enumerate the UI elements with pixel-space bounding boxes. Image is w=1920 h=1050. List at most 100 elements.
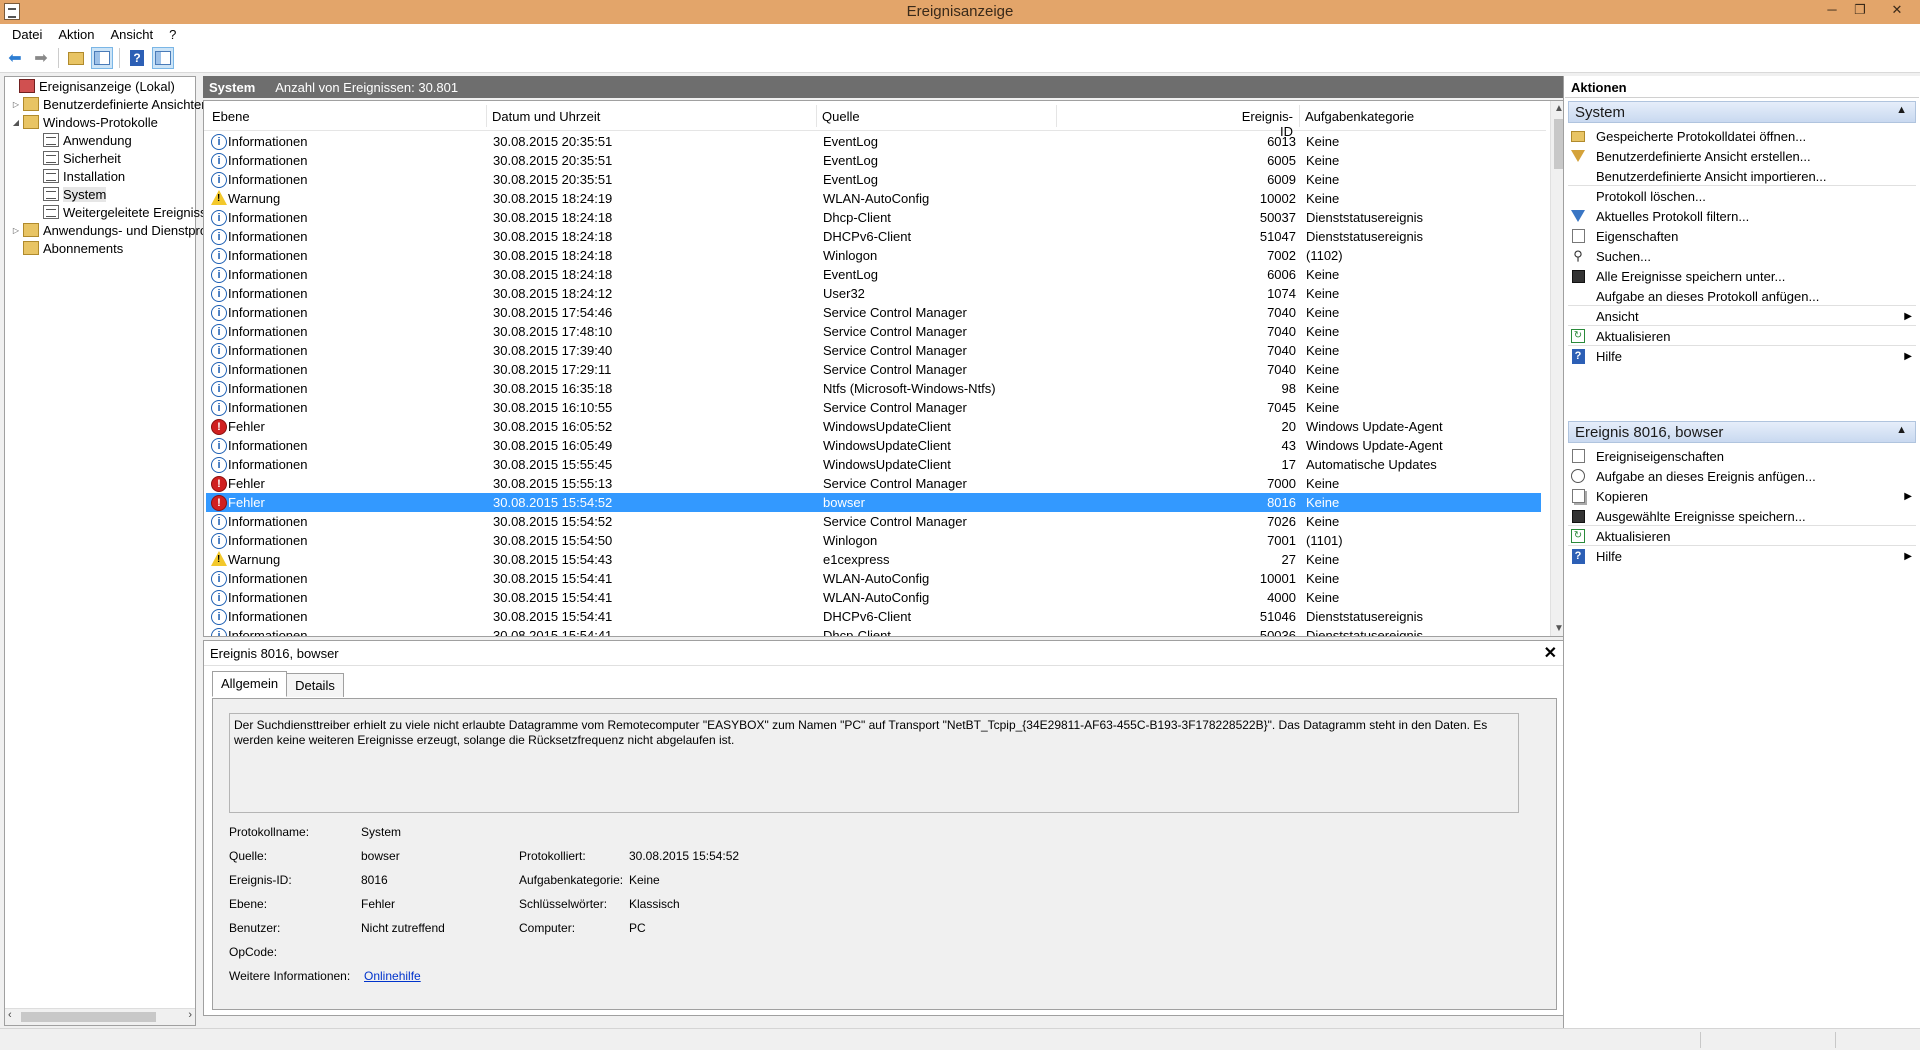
action-item[interactable]: ↻ Aktualisieren — [1568, 525, 1916, 547]
column-header-source[interactable]: Quelle — [822, 109, 860, 124]
tree-item-system[interactable]: System — [43, 185, 107, 203]
event-row[interactable]: i Informationen 30.08.2015 17:48:10 Service… — [206, 322, 1541, 341]
tree-item-windows-logs[interactable]: ◢ Windows-Protokolle — [11, 113, 158, 131]
blank-icon — [1570, 288, 1586, 304]
event-row[interactable]: i Informationen 30.08.2015 16:35:18 Ntfs (M… — [206, 379, 1541, 398]
action-item[interactable]: Ausgewählte Ereignisse speichern... — [1568, 505, 1916, 527]
event-row[interactable]: i Informationen 30.08.2015 18:24:18 Dhcp-Cl… — [206, 208, 1541, 227]
action-item[interactable]: Ereigniseigenschaften — [1568, 445, 1916, 467]
event-row[interactable]: ! Fehler 30.08.2015 15:55:13 Service Contro… — [206, 474, 1541, 493]
online-help-link[interactable]: Onlinehilfe — [364, 969, 421, 983]
scroll-left-icon[interactable]: ‹ — [8, 1009, 12, 1021]
event-row[interactable]: Warnung 30.08.2015 18:24:19 WLAN-AutoConfi… — [206, 189, 1541, 208]
menu-datei[interactable]: Datei — [4, 27, 50, 42]
collapse-icon[interactable]: ◢ — [11, 118, 21, 127]
forward-icon[interactable]: ➡ — [30, 47, 52, 69]
expand-icon[interactable]: ▷ — [11, 100, 21, 109]
event-row[interactable]: i Informationen 30.08.2015 20:35:51 EventLo… — [206, 151, 1541, 170]
action-item[interactable]: Alle Ereignisse speichern unter... — [1568, 265, 1916, 287]
action-item[interactable]: ? Hilfe ▶ — [1568, 345, 1916, 367]
event-row[interactable]: i Informationen 30.08.2015 15:54:50 Winlogo… — [206, 531, 1541, 550]
event-row[interactable]: i Informationen 30.08.2015 18:24:12 User32 1… — [206, 284, 1541, 303]
tree-item-label: Abonnements — [43, 240, 124, 256]
action-item[interactable]: Benutzerdefinierte Ansicht erstellen... — [1568, 145, 1916, 167]
event-row[interactable]: i Informationen 30.08.2015 15:54:41 Dhcp-Cl… — [206, 626, 1541, 636]
action-item[interactable]: Aufgabe an dieses Protokoll anfügen... — [1568, 285, 1916, 307]
event-id: 43 — [1281, 438, 1296, 453]
event-row[interactable]: i Informationen 30.08.2015 15:54:41 WLAN-Au… — [206, 569, 1541, 588]
close-icon[interactable]: ✕ — [1544, 643, 1557, 663]
event-row[interactable]: i Informationen 30.08.2015 18:24:18 DHCPv6-… — [206, 227, 1541, 246]
menu-aktion[interactable]: Aktion — [50, 27, 102, 42]
event-row[interactable]: i Informationen 30.08.2015 15:54:41 WLAN-Au… — [206, 588, 1541, 607]
event-row[interactable]: ! Fehler 30.08.2015 15:54:52 bowser 8016 Kein… — [206, 493, 1541, 512]
event-row[interactable]: i Informationen 30.08.2015 16:05:49 Windows… — [206, 436, 1541, 455]
event-row[interactable]: i Informationen 30.08.2015 18:24:18 EventLo… — [206, 265, 1541, 284]
action-item[interactable]: Protokoll löschen... — [1568, 185, 1916, 207]
horizontal-scrollbar[interactable]: ‹ › — [5, 1008, 195, 1025]
event-row[interactable]: i Informationen 30.08.2015 17:39:40 Service… — [206, 341, 1541, 360]
tree-item-custom-views[interactable]: ▷ Benutzerdefinierte Ansichten — [11, 95, 209, 113]
close-button[interactable]: ✕ — [1874, 0, 1920, 20]
back-icon[interactable]: ⬅ — [4, 47, 26, 69]
show-actions-icon[interactable] — [152, 47, 174, 69]
scrollbar-thumb[interactable] — [21, 1012, 156, 1022]
action-item[interactable]: ⚲ Suchen... — [1568, 245, 1916, 267]
action-item[interactable]: Kopieren ▶ — [1568, 485, 1916, 507]
event-row[interactable]: i Informationen 30.08.2015 15:55:45 Windows… — [206, 455, 1541, 474]
event-row[interactable]: i Informationen 30.08.2015 16:10:55 Service… — [206, 398, 1541, 417]
event-row[interactable]: i Informationen 30.08.2015 15:54:52 Service… — [206, 512, 1541, 531]
event-description[interactable]: Der Suchdiensttreiber erhielt zu viele n… — [229, 713, 1519, 813]
column-divider[interactable] — [1299, 105, 1300, 127]
tree-item-setup[interactable]: Installation — [43, 167, 125, 185]
tree-item-forwarded-events[interactable]: Weitergeleitete Ereignisse — [43, 203, 214, 221]
event-row[interactable]: i Informationen 30.08.2015 20:35:51 EventLo… — [206, 170, 1541, 189]
action-item[interactable]: Aktuelles Protokoll filtern... — [1568, 205, 1916, 227]
menu-help[interactable]: ? — [161, 27, 184, 42]
actions-section-event[interactable]: Ereignis 8016, bowser ▲ — [1568, 421, 1916, 443]
event-date: 30.08.2015 16:05:52 — [493, 419, 613, 434]
tree-item-application[interactable]: Anwendung — [43, 131, 132, 149]
up-folder-icon[interactable] — [65, 47, 87, 69]
event-row[interactable]: i Informationen 30.08.2015 20:35:51 EventLo… — [206, 132, 1541, 151]
tree-item-root[interactable]: Ereignisanzeige (Lokal) — [7, 77, 175, 95]
action-item[interactable]: Gespeicherte Protokolldatei öffnen... — [1568, 125, 1916, 147]
collapse-icon[interactable]: ▲ — [1896, 424, 1907, 436]
menu-ansicht[interactable]: Ansicht — [103, 27, 162, 42]
restore-button[interactable]: ❐ — [1846, 0, 1874, 20]
action-item[interactable]: Eigenschaften — [1568, 225, 1916, 247]
minimize-button[interactable]: ─ — [1818, 0, 1846, 20]
show-tree-icon[interactable] — [91, 47, 113, 69]
action-label: Aktualisieren — [1596, 328, 1671, 344]
event-row[interactable]: Warnung 30.08.2015 15:54:43 e1cexpress 27 Ke… — [206, 550, 1541, 569]
action-item[interactable]: Benutzerdefinierte Ansicht importieren..… — [1568, 165, 1916, 187]
scroll-right-icon[interactable]: › — [188, 1009, 192, 1021]
action-item[interactable]: Ansicht ▶ — [1568, 305, 1916, 327]
event-row[interactable]: i Informationen 30.08.2015 15:54:41 DHCPv6-… — [206, 607, 1541, 626]
submenu-arrow-icon: ▶ — [1904, 550, 1912, 562]
column-header-category[interactable]: Aufgabenkategorie — [1305, 109, 1414, 124]
tab-details[interactable]: Details — [286, 673, 344, 697]
event-category: Keine — [1306, 552, 1340, 567]
action-item[interactable]: ↻ Aktualisieren — [1568, 325, 1916, 347]
event-row[interactable]: i Informationen 30.08.2015 18:24:18 Winlogo… — [206, 246, 1541, 265]
tree-item-subscriptions[interactable]: Abonnements — [23, 239, 123, 257]
event-row[interactable]: ! Fehler 30.08.2015 16:05:52 WindowsUpdateC… — [206, 417, 1541, 436]
tab-general[interactable]: Allgemein — [212, 671, 288, 697]
column-divider[interactable] — [486, 105, 487, 127]
column-divider[interactable] — [816, 105, 817, 127]
column-header-date[interactable]: Datum und Uhrzeit — [492, 109, 600, 124]
actions-section-system[interactable]: System ▲ — [1568, 101, 1916, 123]
event-date: 30.08.2015 16:35:18 — [493, 381, 613, 396]
event-level: Informationen — [228, 400, 308, 415]
collapse-icon[interactable]: ▲ — [1896, 104, 1907, 116]
expand-icon[interactable]: ▷ — [11, 226, 21, 235]
event-row[interactable]: i Informationen 30.08.2015 17:54:46 Service… — [206, 303, 1541, 322]
column-header-level[interactable]: Ebene — [212, 109, 250, 124]
column-divider[interactable] — [1056, 105, 1057, 127]
tree-item-security[interactable]: Sicherheit — [43, 149, 121, 167]
event-row[interactable]: i Informationen 30.08.2015 17:29:11 Service… — [206, 360, 1541, 379]
action-item[interactable]: Aufgabe an dieses Ereignis anfügen... — [1568, 465, 1916, 487]
action-item[interactable]: ? Hilfe ▶ — [1568, 545, 1916, 567]
help-icon[interactable]: ? — [126, 47, 148, 69]
